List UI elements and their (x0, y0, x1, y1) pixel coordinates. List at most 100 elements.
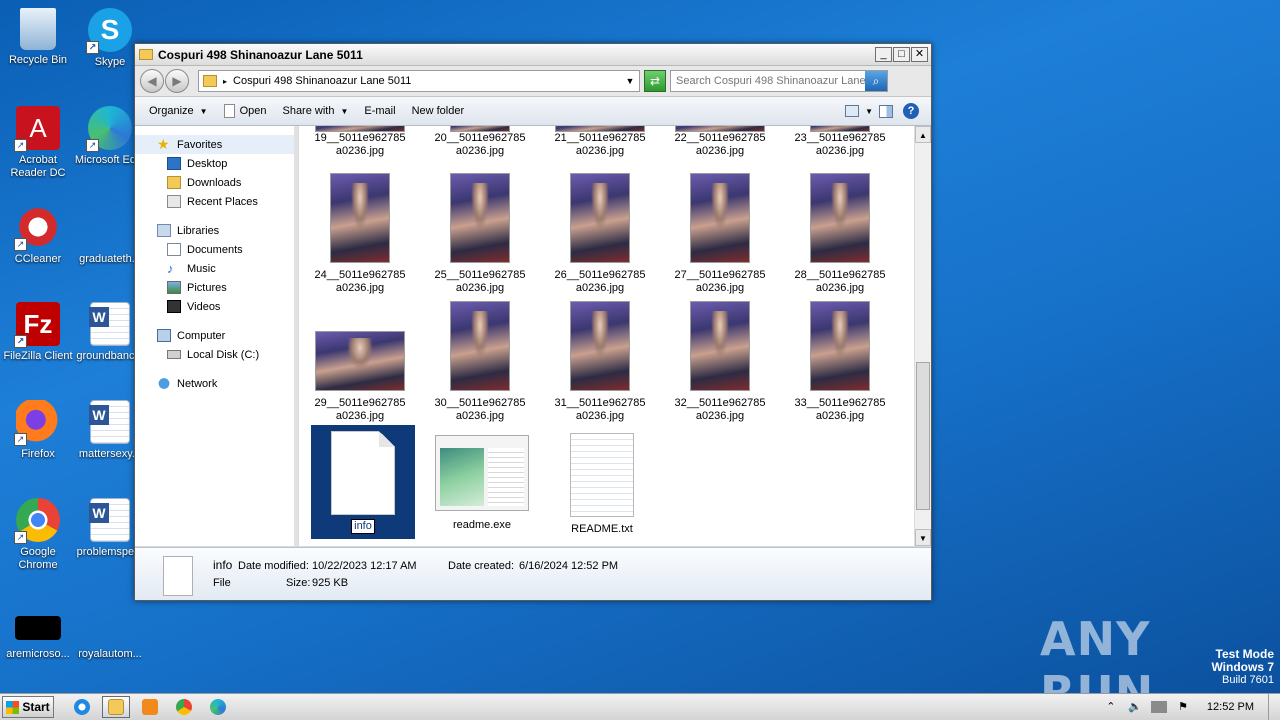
forward-button[interactable]: ▶ (165, 69, 189, 93)
open-label: Open (239, 105, 267, 117)
taskbar-explorer[interactable] (102, 696, 130, 718)
file-name-line1: 23__5011e962785 (794, 132, 886, 144)
desktop-icon-chrome[interactable]: ↗ Google Chrome (0, 498, 76, 572)
nav-item-computer[interactable]: Computer (135, 326, 294, 345)
nav-item-local-disk[interactable]: Local Disk (C:) (135, 345, 294, 364)
refresh-button[interactable]: ⇄ (644, 70, 666, 92)
date-modified-value: 10/22/2023 12:17 AM (312, 560, 417, 572)
network-icon[interactable] (1150, 701, 1167, 713)
acrobat-icon: A ↗ (14, 106, 60, 152)
file-item-selected[interactable]: info (311, 425, 415, 539)
vertical-scrollbar[interactable]: ▲ ▼ (914, 126, 931, 546)
file-item[interactable]: 31__5011e962785 a0236.jpg (547, 301, 653, 423)
nav-label: Downloads (187, 176, 242, 189)
title-bar[interactable]: Cospuri 498 Shinanoazur Lane 5011 _ □ ✕ (135, 44, 931, 66)
image-thumbnail (450, 173, 510, 263)
search-input[interactable] (676, 75, 865, 87)
file-name-line2: a0236.jpg (335, 145, 385, 157)
nav-item-pictures[interactable]: Pictures (135, 278, 294, 297)
nav-item-favorites[interactable]: ★ Favorites (135, 135, 294, 154)
file-item[interactable]: 28__5011e962785 a0236.jpg (787, 173, 893, 295)
desktop-icon-ccleaner[interactable]: ↗ CCleaner (0, 205, 76, 266)
nav-item-network[interactable]: Network (135, 374, 294, 393)
file-item[interactable]: 26__5011e962785 a0236.jpg (547, 173, 653, 295)
maximize-button[interactable]: □ (893, 47, 910, 62)
file-item[interactable]: 29__5011e962785 a0236.jpg (307, 301, 413, 423)
taskbar-ie[interactable] (68, 696, 96, 718)
desktop-icon-firefox[interactable]: ↗ Firefox (0, 400, 76, 461)
file-item[interactable]: 22__5011e962785 a0236.jpg (667, 126, 773, 158)
file-item[interactable]: README.txt (549, 425, 655, 536)
file-item[interactable]: 25__5011e962785 a0236.jpg (427, 173, 533, 295)
file-item[interactable]: 27__5011e962785 a0236.jpg (667, 173, 773, 295)
image-thumbnail (690, 173, 750, 263)
nav-item-music[interactable]: ♪ Music (135, 259, 294, 278)
scroll-up-icon[interactable]: ▲ (915, 126, 931, 143)
image-thumbnail (315, 331, 405, 391)
close-button[interactable]: ✕ (911, 47, 928, 62)
pane-splitter[interactable] (294, 126, 298, 546)
file-item[interactable]: 23__5011e962785 a0236.jpg (787, 126, 893, 158)
show-desktop-button[interactable] (1268, 694, 1280, 720)
file-item[interactable]: 20__5011e962785 a0236.jpg (427, 126, 533, 158)
taskbar-chrome[interactable] (170, 696, 198, 718)
preview-pane-icon[interactable] (879, 104, 893, 118)
internet-explorer-icon (74, 699, 90, 715)
address-bar[interactable]: ▸ Cospuri 498 Shinanoazur Lane 5011 ▼ (198, 70, 640, 92)
email-button[interactable]: E-mail (356, 99, 403, 123)
nav-label: Documents (187, 243, 243, 256)
scrollbar-thumb[interactable] (916, 362, 930, 510)
share-with-button[interactable]: Share with ▼ (274, 99, 356, 123)
file-item[interactable]: 21__5011e962785 a0236.jpg (547, 126, 653, 158)
nav-label: Computer (177, 329, 226, 342)
start-button[interactable]: Start (2, 696, 54, 718)
action-center-flag-icon[interactable]: ⚑ (1175, 700, 1191, 714)
open-button[interactable]: Open (216, 99, 275, 123)
clock[interactable]: 12:52 PM (1207, 701, 1254, 713)
breadcrumb-separator-icon[interactable]: ▸ (223, 77, 227, 86)
volume-icon[interactable]: 🔈 (1127, 700, 1143, 714)
rename-field[interactable]: info (351, 519, 375, 534)
desktop-icon-filezilla[interactable]: Fz ↗ FileZilla Client (0, 302, 76, 363)
taskbar-media-player[interactable] (136, 696, 164, 718)
file-item[interactable]: 19__5011e962785 a0236.jpg (307, 126, 413, 158)
file-item[interactable]: 32__5011e962785 a0236.jpg (667, 301, 773, 423)
breadcrumb[interactable]: Cospuri 498 Shinanoazur Lane 5011 (233, 75, 621, 87)
file-item[interactable]: readme.exe (429, 425, 535, 532)
nav-item-desktop[interactable]: Desktop (135, 154, 294, 173)
hard-disk-icon (167, 350, 181, 359)
ccleaner-icon: ↗ (14, 205, 60, 251)
desktop-icon-aremicroso[interactable]: aremicroso... (0, 616, 76, 661)
taskbar-edge[interactable] (204, 696, 232, 718)
desktop-icon-acrobat[interactable]: A ↗ Acrobat Reader DC (0, 106, 76, 180)
new-folder-button[interactable]: New folder (404, 99, 473, 123)
scroll-down-icon[interactable]: ▼ (915, 529, 931, 546)
nav-item-recent-places[interactable]: Recent Places (135, 192, 294, 211)
organize-button[interactable]: Organize ▼ (141, 99, 216, 123)
search-icon[interactable]: ⌕ (865, 71, 887, 91)
nav-item-downloads[interactable]: Downloads (135, 173, 294, 192)
nav-label: Local Disk (C:) (187, 348, 260, 361)
change-view-icon[interactable] (845, 105, 860, 117)
back-button[interactable]: ◀ (140, 69, 164, 93)
file-name-line1: 28__5011e962785 (794, 269, 886, 281)
file-item[interactable]: 30__5011e962785 a0236.jpg (427, 301, 533, 423)
nav-item-documents[interactable]: Documents (135, 240, 294, 259)
help-icon[interactable]: ? (903, 103, 919, 119)
search-box[interactable]: ⌕ (670, 70, 888, 92)
nav-item-videos[interactable]: Videos (135, 297, 294, 316)
desktop-icon-royalautom[interactable]: royalautom... (72, 616, 148, 661)
taskbar: Start ⌃ 🔈 ⚑ 12:52 PM (0, 693, 1280, 720)
file-name-line2: a0236.jpg (455, 282, 505, 294)
file-item[interactable]: 33__5011e962785 a0236.jpg (787, 301, 893, 423)
show-hidden-icons-icon[interactable]: ⌃ (1103, 700, 1119, 714)
caret-down-icon[interactable]: ▼ (865, 107, 873, 116)
chevron-down-icon[interactable]: ▼ (621, 76, 639, 86)
file-name-line1: 29__5011e962785 (314, 397, 406, 409)
nav-item-libraries[interactable]: Libraries (135, 221, 294, 240)
file-item[interactable]: 24__5011e962785 a0236.jpg (307, 173, 413, 295)
desktop-icon-recycle-bin[interactable]: Recycle Bin (0, 8, 76, 67)
date-created-value: 6/16/2024 12:52 PM (519, 560, 619, 572)
desktop-icon-label: Firefox (21, 448, 55, 460)
minimize-button[interactable]: _ (875, 47, 892, 62)
